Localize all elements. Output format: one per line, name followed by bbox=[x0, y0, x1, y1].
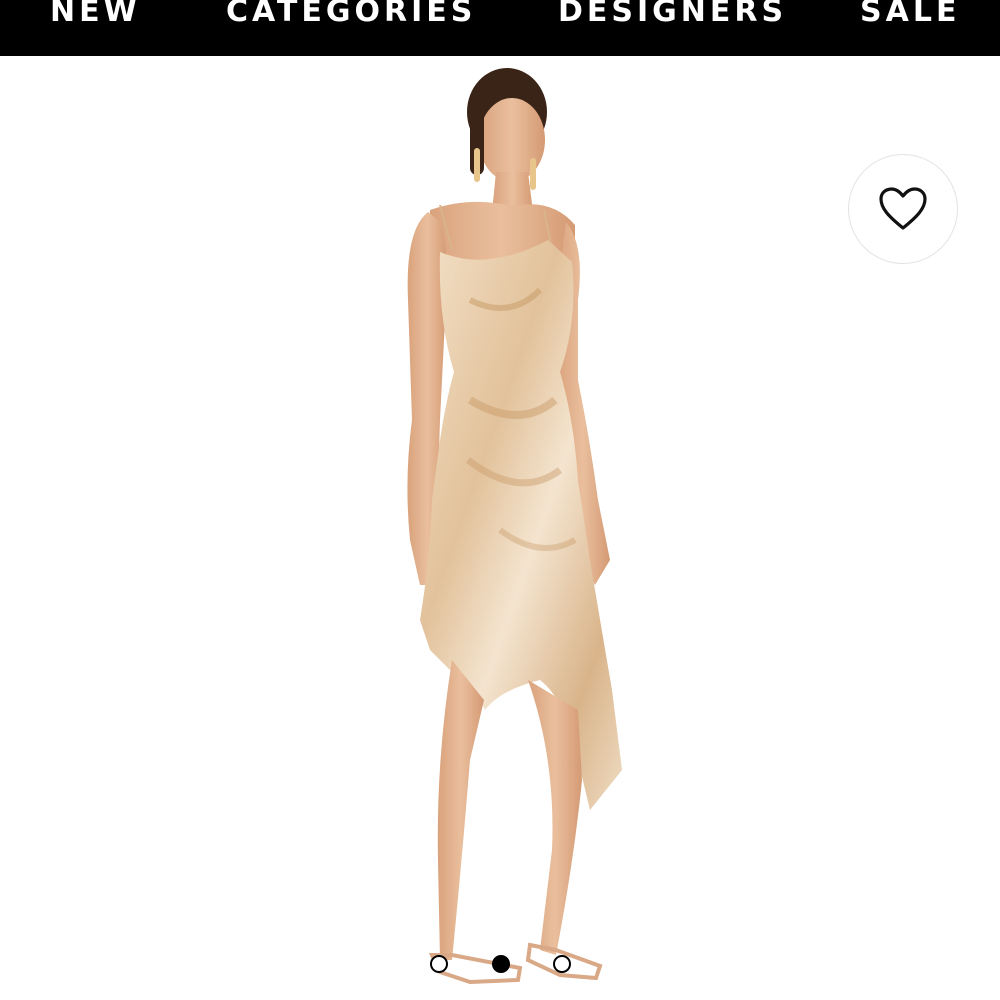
top-navigation-bar: NEW CATEGORIES DESIGNERS SALE bbox=[0, 0, 1000, 56]
earring bbox=[474, 148, 480, 182]
carousel-dot-3[interactable] bbox=[553, 955, 571, 973]
nav-item-sale[interactable]: SALE bbox=[860, 0, 960, 34]
carousel-dot-1[interactable] bbox=[430, 955, 448, 973]
nav-item-new[interactable]: NEW bbox=[50, 0, 141, 34]
carousel-dots bbox=[0, 955, 1000, 977]
model-left-leg bbox=[437, 660, 484, 960]
heart-outline-icon bbox=[879, 187, 927, 230]
wishlist-button[interactable] bbox=[848, 154, 958, 264]
nav-item-categories[interactable]: CATEGORIES bbox=[226, 0, 476, 34]
carousel-dot-2-active[interactable] bbox=[492, 955, 510, 973]
model-right-leg bbox=[528, 680, 582, 955]
nav-item-designers[interactable]: DESIGNERS bbox=[558, 0, 787, 34]
product-image-carousel[interactable] bbox=[0, 56, 1000, 1000]
